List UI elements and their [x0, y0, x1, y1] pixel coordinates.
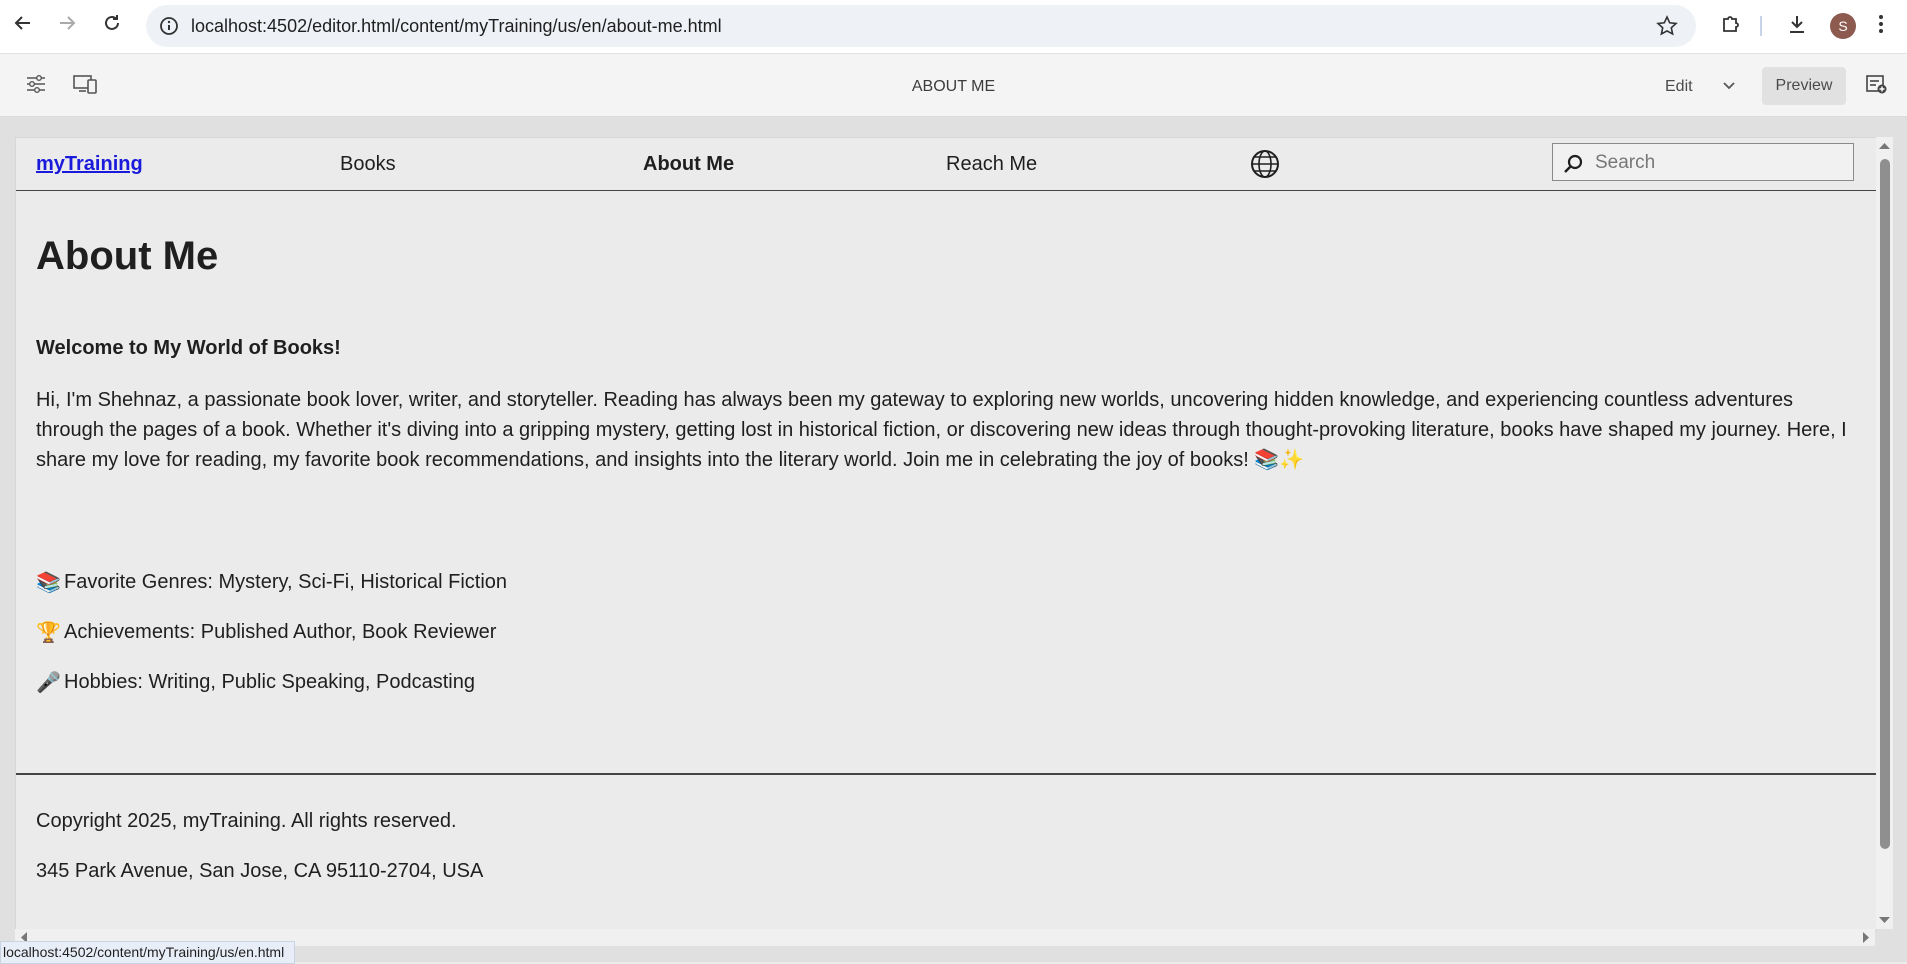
fact-text: Hobbies: Writing, Public Speaking, Podca…	[64, 671, 475, 693]
reload-button[interactable]	[101, 12, 123, 34]
footer-address: 345 Park Avenue, San Jose, CA 95110-2704…	[36, 860, 484, 882]
toolbar-divider	[1760, 16, 1762, 36]
status-bar-url: localhost:4502/content/myTraining/us/en.…	[0, 941, 296, 964]
scroll-up-arrow-icon	[1879, 143, 1890, 149]
profile-avatar[interactable]: S	[1830, 13, 1856, 39]
fact-text: Achievements: Published Author, Book Rev…	[64, 621, 497, 643]
brand-link[interactable]: myTraining	[36, 153, 143, 176]
scroll-down-arrow-icon	[1879, 917, 1890, 923]
welcome-heading: Welcome to My World of Books!	[36, 337, 341, 359]
browser-toolbar: localhost:4502/editor.html/content/myTra…	[0, 0, 1907, 54]
fact-text: Favorite Genres: Mystery, Sci-Fi, Histor…	[64, 571, 508, 593]
bookmark-star-icon[interactable]	[1656, 15, 1678, 42]
microphone-emoji-icon: 🎤	[36, 672, 61, 694]
chevron-down-icon[interactable]	[1720, 76, 1738, 99]
fact-item-achievements: 🏆 Achievements: Published Author, Book R…	[36, 620, 496, 645]
footer-divider	[16, 773, 1876, 775]
address-bar[interactable]: localhost:4502/editor.html/content/myTra…	[146, 5, 1696, 47]
scroll-right-arrow-icon	[1863, 932, 1869, 943]
editor-toolbar: ABOUT ME Edit Preview	[0, 54, 1907, 117]
back-button[interactable]	[12, 12, 34, 34]
nav-item-reach-me[interactable]: Reach Me	[946, 153, 1037, 176]
intro-paragraph: Hi, I'm Shehnaz, a passionate book lover…	[36, 389, 1847, 471]
reload-icon	[105, 15, 119, 30]
download-icon[interactable]	[1785, 12, 1809, 41]
annotations-icon[interactable]	[1864, 72, 1888, 101]
extensions-icon[interactable]	[1719, 12, 1743, 41]
page-title: About Me	[36, 234, 219, 278]
editor-page-title: ABOUT ME	[911, 78, 996, 95]
search-input[interactable]	[1593, 148, 1847, 178]
search-field[interactable]	[1552, 143, 1854, 181]
site-navigation: myTraining Books About Me Reach Me	[16, 138, 1876, 191]
url-text[interactable]: localhost:4502/editor.html/content/myTra…	[191, 16, 722, 37]
nav-item-books[interactable]: Books	[340, 153, 396, 176]
mode-selector-label[interactable]: Edit	[1665, 78, 1693, 96]
fact-item-genres: 📚 Favorite Genres: Mystery, Sci-Fi, Hist…	[36, 570, 507, 595]
search-icon	[1562, 153, 1584, 180]
site-info-icon[interactable]	[158, 15, 180, 42]
browser-menu-icon[interactable]	[1876, 12, 1886, 41]
back-arrow-icon	[14, 16, 30, 30]
trophy-emoji-icon: 🏆	[36, 622, 61, 644]
globe-icon[interactable]	[1249, 148, 1281, 185]
fact-item-hobbies: 🎤 Hobbies: Writing, Public Speaking, Pod…	[36, 670, 475, 695]
forward-button[interactable]	[56, 12, 78, 34]
books-emoji-icon: 📚	[36, 572, 61, 594]
page-frame: myTraining Books About Me Reach Me About…	[15, 137, 1877, 931]
forward-arrow-icon	[60, 16, 76, 30]
vertical-scrollbar[interactable]	[1876, 137, 1893, 929]
preview-button[interactable]: Preview	[1762, 67, 1846, 105]
scrollbar-thumb[interactable]	[1880, 159, 1890, 849]
nav-item-about-me[interactable]: About Me	[643, 153, 734, 176]
footer-copyright: Copyright 2025, myTraining. All rights r…	[36, 810, 457, 832]
